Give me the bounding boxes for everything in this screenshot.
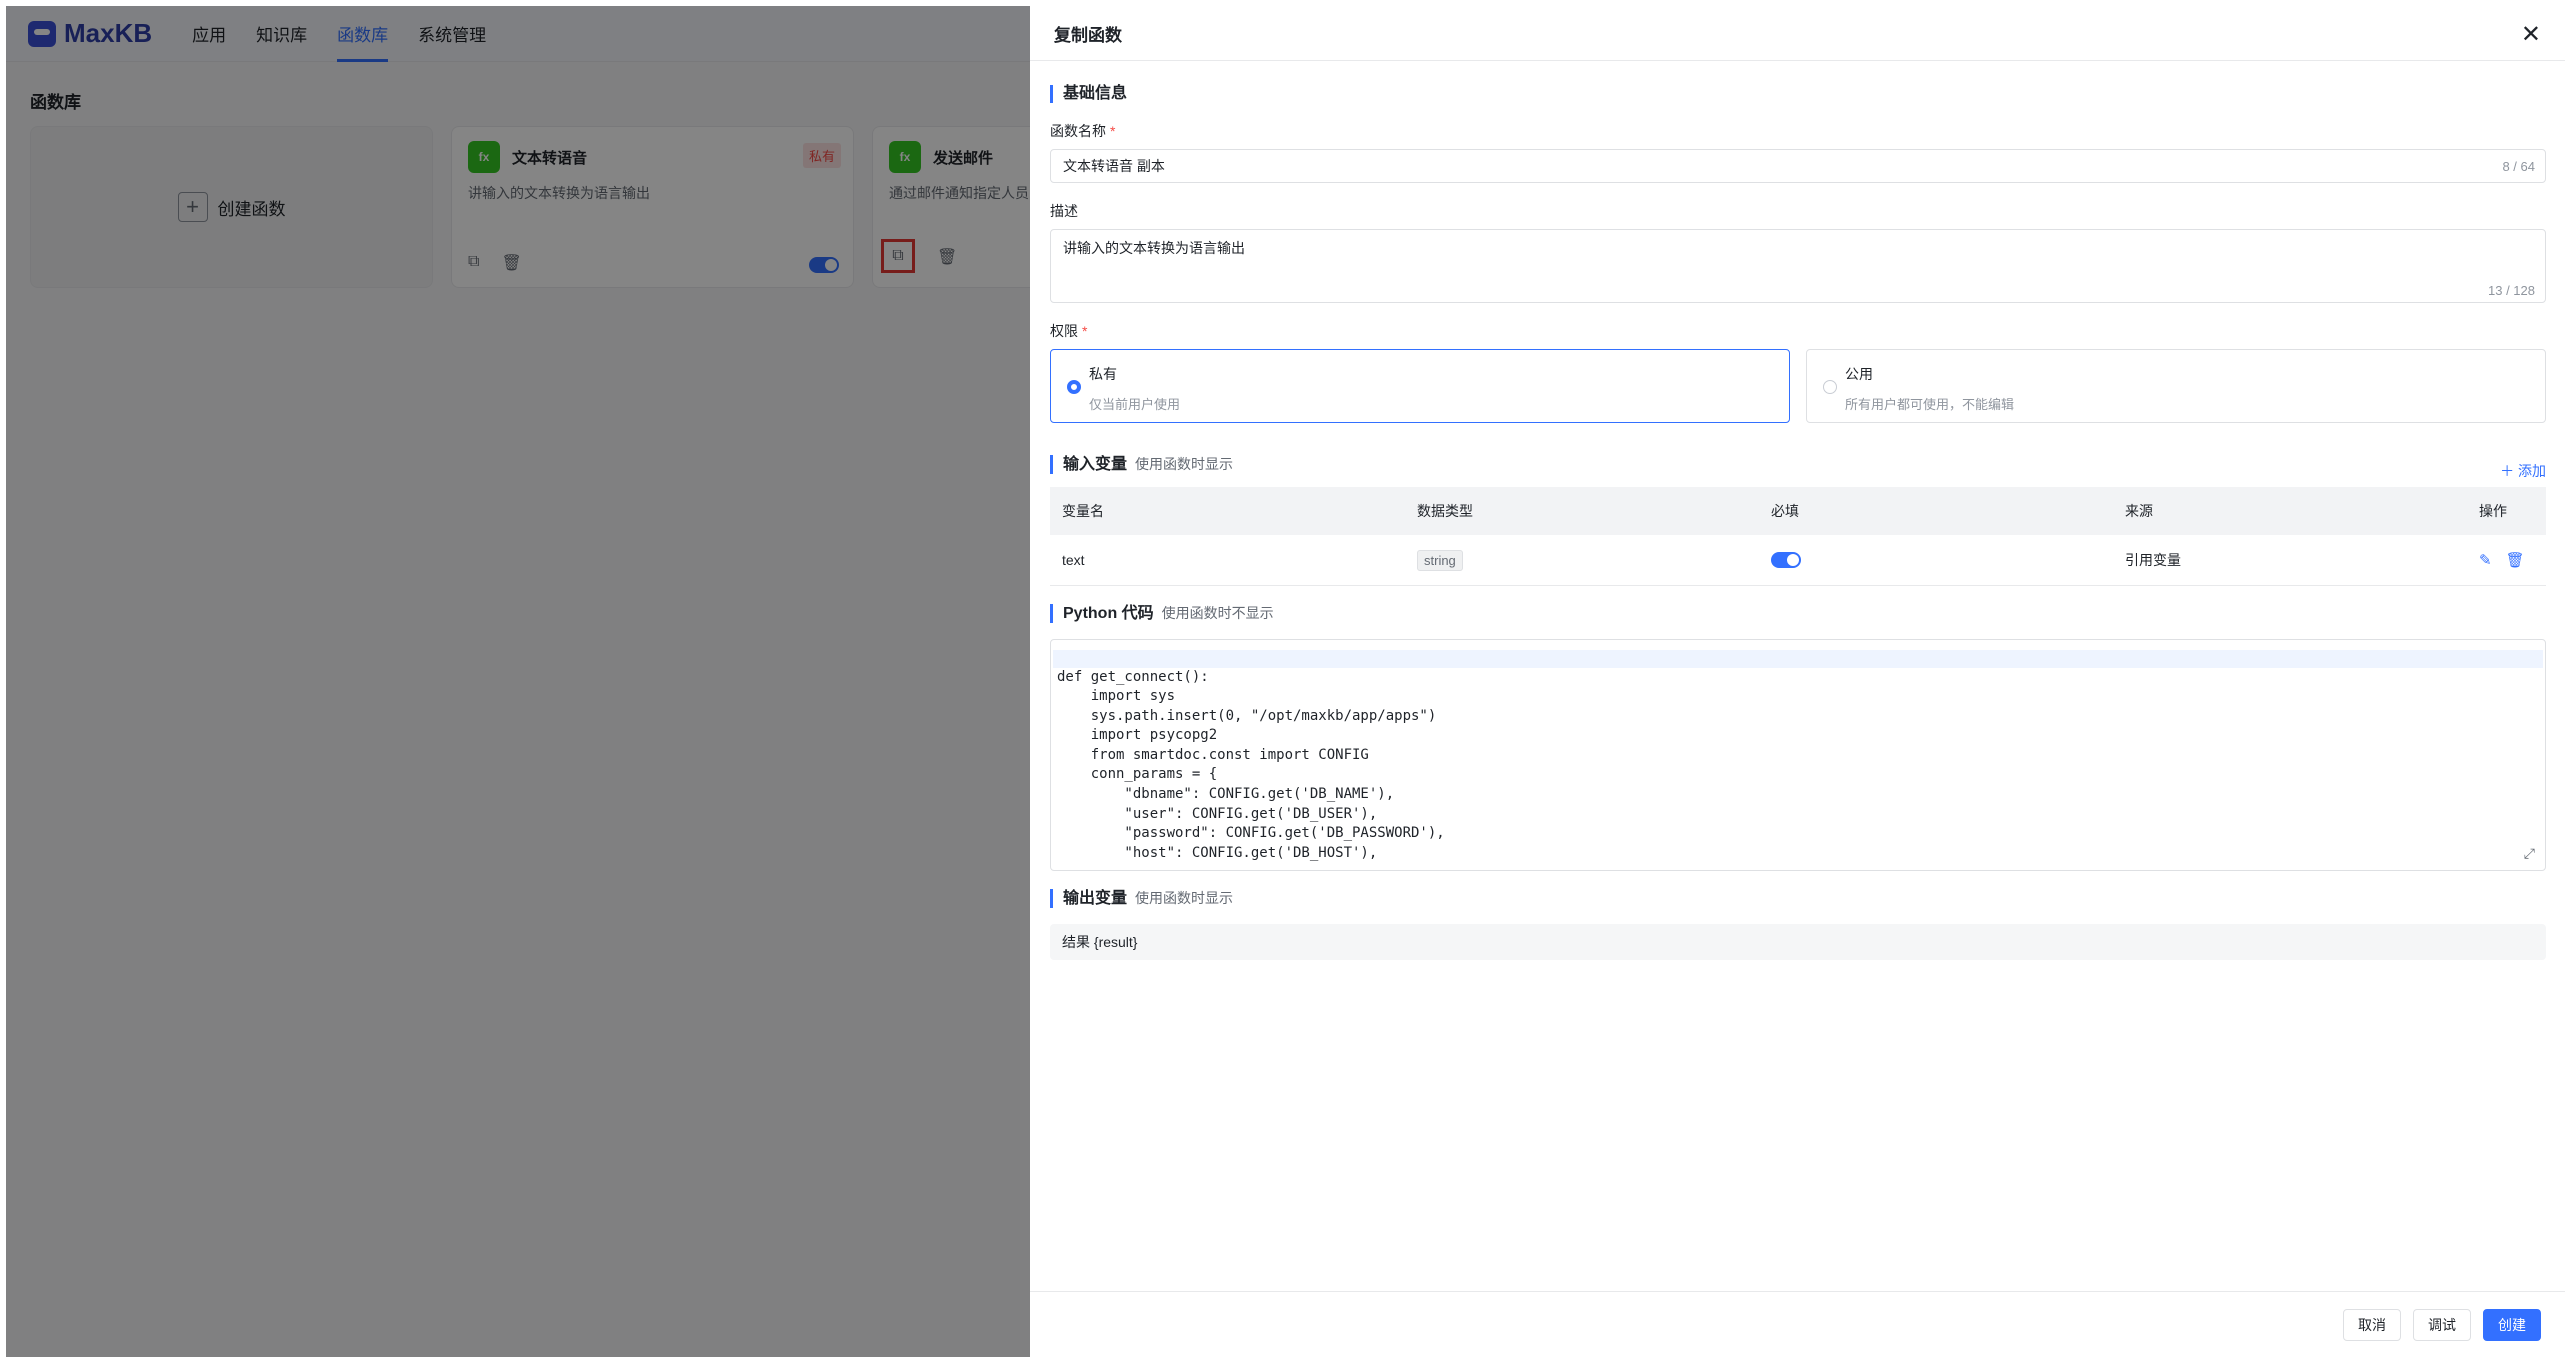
output-variable: 结果 {result} [1050, 923, 2546, 960]
data-type-tag: string [1417, 549, 1463, 571]
section-input-variables: 输入变量 使用函数时显示 [1050, 455, 2546, 474]
create-button[interactable]: 创建 [2483, 1308, 2541, 1341]
expand-icon[interactable]: ⤢ [2524, 845, 2535, 862]
modal-overlay[interactable] [6, 6, 1030, 1357]
permission-private-option[interactable]: 私有 仅当前用户使用 [1050, 349, 1790, 423]
add-variable-button[interactable]: ＋ 添加 [2500, 461, 2546, 481]
column-header: 必填 [1759, 487, 2113, 535]
required-switch[interactable] [1771, 552, 1801, 569]
drawer-header: 复制函数 ✕ [1030, 6, 2565, 61]
permission-public-option[interactable]: 公用 所有用户都可使用，不能编辑 [1806, 349, 2546, 423]
drawer-title: 复制函数 [1054, 25, 1122, 45]
column-header: 数据类型 [1405, 487, 1759, 535]
drawer-footer: 取消 调试 创建 [1030, 1291, 2565, 1357]
copy-function-drawer: 复制函数 ✕ 基础信息 函数名称 * 文本转语音 副本 8 / 64 描述 讲输入… [1030, 6, 2565, 1357]
variable-source: 引用变量 [2113, 535, 2467, 586]
debug-button[interactable]: 调试 [2413, 1308, 2471, 1341]
cancel-button[interactable]: 取消 [2343, 1308, 2401, 1341]
column-header: 来源 [2113, 487, 2467, 535]
table-row: text string 引用变量 ✎ 🗑 [1050, 535, 2546, 586]
description-textarea[interactable]: 讲输入的文本转换为语言输出 13 / 128 [1050, 229, 2546, 303]
code-editor[interactable]: def get_connect(): import sys sys.path.i… [1050, 638, 2546, 871]
close-icon[interactable]: ✕ [2521, 20, 2541, 49]
description-counter: 13 / 128 [2488, 283, 2535, 298]
edit-icon[interactable]: ✎ [2479, 551, 2492, 569]
permission-label: 权限 * [1050, 323, 1088, 339]
function-name-label: 函数名称 * [1050, 123, 1116, 139]
section-python-code: Python 代码 使用函数时不显示 [1050, 603, 2546, 623]
section-output-variables: 输出变量 使用函数时显示 [1050, 888, 2546, 908]
delete-icon[interactable]: 🗑 [2506, 551, 2525, 569]
radio-checked-icon [1067, 380, 1081, 394]
section-basic-info: 基础信息 [1050, 85, 2546, 103]
function-name-input[interactable]: 文本转语音 副本 8 / 64 [1050, 149, 2546, 183]
radio-unchecked-icon [1823, 380, 1837, 394]
description-label: 描述 [1050, 203, 1078, 219]
column-header: 操作 [2467, 487, 2546, 535]
code-content: def get_connect(): import sys sys.path.i… [1057, 668, 1445, 861]
input-variables-table: 变量名 数据类型 必填 来源 操作 text string 引用变量 ✎ 🗑 [1050, 487, 2546, 586]
column-header: 变量名 [1050, 487, 1405, 535]
name-counter: 8 / 64 [2502, 158, 2535, 174]
permission-radio-group: 私有 仅当前用户使用 公用 所有用户都可使用，不能编辑 [1050, 349, 2546, 423]
variable-name: text [1050, 535, 1405, 586]
